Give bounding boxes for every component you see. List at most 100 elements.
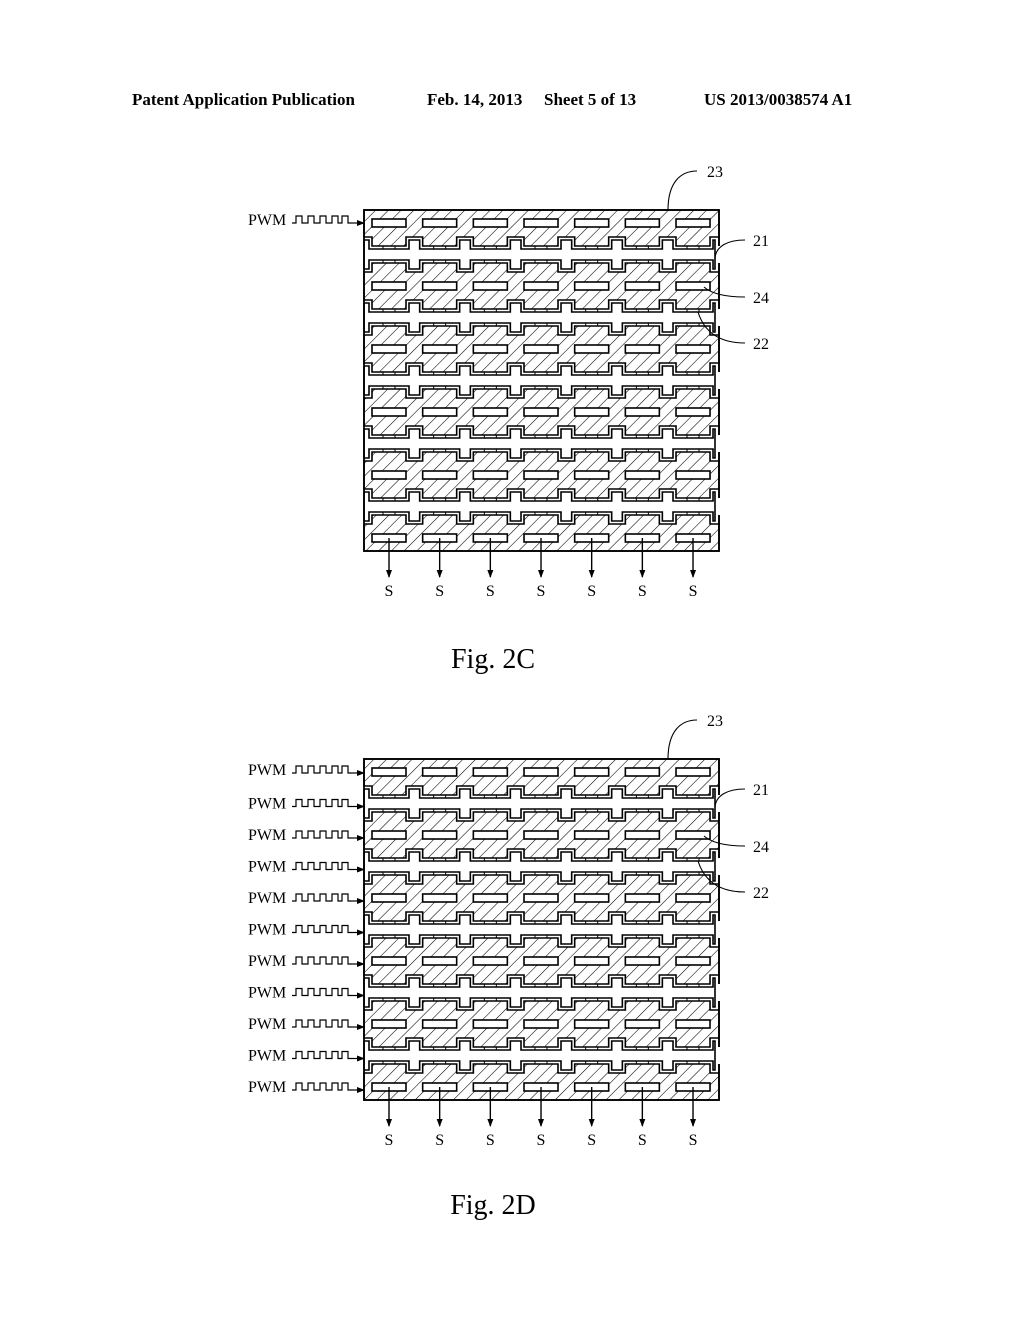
slot bbox=[523, 281, 559, 291]
pwm-waveform-icon bbox=[292, 1019, 352, 1028]
pwm-input-label: PWM bbox=[248, 762, 286, 779]
pwm-waveform-icon bbox=[292, 1082, 352, 1091]
frame-opening bbox=[718, 435, 721, 452]
pwm-input-label: PWM bbox=[248, 922, 286, 939]
pwm-waveform-icon bbox=[292, 861, 352, 871]
slot bbox=[624, 470, 661, 480]
reference-label-22: 22 bbox=[753, 885, 769, 902]
figure-2c: S S S S S S S PWM 23 21 24 22 Fig. 2C bbox=[248, 164, 769, 675]
frame-opening bbox=[718, 372, 721, 389]
slot bbox=[472, 470, 509, 480]
frame-opening bbox=[718, 921, 721, 938]
slot bbox=[624, 767, 661, 777]
slot bbox=[675, 407, 711, 417]
pwm-input-label: PWM bbox=[248, 1079, 286, 1096]
array-background bbox=[364, 210, 719, 551]
figure-caption: Fig. 2C bbox=[451, 644, 535, 675]
slot bbox=[573, 407, 610, 417]
slot bbox=[371, 344, 407, 354]
pwm-input-label: PWM bbox=[248, 890, 286, 907]
slot bbox=[624, 218, 661, 228]
slot bbox=[371, 956, 407, 966]
slot bbox=[624, 344, 661, 354]
output-label-s: S bbox=[435, 583, 444, 600]
slot bbox=[421, 407, 458, 417]
slot bbox=[573, 830, 610, 840]
slot bbox=[371, 407, 407, 417]
frame-opening bbox=[718, 858, 721, 875]
leader-line-23 bbox=[667, 170, 698, 211]
slot bbox=[573, 956, 610, 966]
output-label-s: S bbox=[435, 1132, 444, 1149]
slot bbox=[371, 830, 407, 840]
slot bbox=[624, 407, 661, 417]
slot bbox=[523, 893, 559, 903]
slot bbox=[675, 470, 711, 480]
slot bbox=[523, 1019, 559, 1029]
slot bbox=[624, 830, 661, 840]
pwm-waveform-icon bbox=[292, 215, 352, 224]
slot bbox=[371, 470, 407, 480]
slot bbox=[624, 956, 661, 966]
slot bbox=[472, 407, 509, 417]
slot bbox=[421, 893, 458, 903]
pwm-waveform-icon bbox=[292, 893, 352, 902]
reference-label-24: 24 bbox=[753, 839, 769, 856]
slot bbox=[371, 767, 407, 777]
frame-opening bbox=[718, 309, 721, 326]
pwm-input-label: PWM bbox=[248, 1048, 286, 1065]
slot bbox=[573, 218, 610, 228]
pwm-input-label: PWM bbox=[248, 827, 286, 844]
slot bbox=[421, 218, 458, 228]
slot bbox=[421, 470, 458, 480]
frame-opening bbox=[718, 1047, 721, 1064]
output-label-s: S bbox=[385, 583, 394, 600]
slot bbox=[675, 344, 711, 354]
pwm-waveform-icon bbox=[292, 830, 352, 839]
output-label-s: S bbox=[486, 1132, 495, 1149]
array-background bbox=[364, 759, 719, 1100]
pwm-waveform-icon bbox=[292, 924, 352, 934]
slot bbox=[523, 470, 559, 480]
reference-label-23: 23 bbox=[707, 164, 723, 181]
output-label-s: S bbox=[689, 583, 698, 600]
slot bbox=[472, 218, 509, 228]
slot bbox=[523, 218, 559, 228]
slot bbox=[472, 767, 509, 777]
slot bbox=[523, 407, 559, 417]
slot bbox=[371, 893, 407, 903]
figure-2d: S S S S S S S PWM PWM PWM PWM PWM PWM PWM PWM PWM PWM PWM… bbox=[248, 713, 769, 1221]
slot bbox=[421, 344, 458, 354]
reference-label-21: 21 bbox=[753, 233, 769, 250]
slot bbox=[573, 344, 610, 354]
reference-label-23: 23 bbox=[707, 713, 723, 730]
pwm-input-label: PWM bbox=[248, 796, 286, 813]
slot bbox=[624, 893, 661, 903]
slot bbox=[421, 767, 458, 777]
reference-label-21: 21 bbox=[753, 782, 769, 799]
slot bbox=[675, 218, 711, 228]
slot bbox=[624, 281, 661, 291]
frame-opening bbox=[718, 984, 721, 1001]
output-label-s: S bbox=[587, 1132, 596, 1149]
pwm-waveform-icon bbox=[292, 1050, 352, 1060]
reference-label-24: 24 bbox=[753, 290, 769, 307]
slot bbox=[675, 956, 711, 966]
slot bbox=[472, 830, 509, 840]
slot bbox=[675, 830, 711, 840]
pwm-input-label: PWM bbox=[248, 859, 286, 876]
slot bbox=[675, 767, 711, 777]
slot bbox=[675, 281, 711, 291]
slot bbox=[523, 344, 559, 354]
patent-drawing: S S S S S S S PWM 23 21 24 22 Fig. 2C S S S S S S S PWM PWM P… bbox=[248, 164, 769, 1221]
pwm-input-label: PWM bbox=[248, 985, 286, 1002]
slot bbox=[472, 281, 509, 291]
slot bbox=[421, 830, 458, 840]
slot bbox=[573, 767, 610, 777]
output-label-s: S bbox=[638, 1132, 647, 1149]
slot bbox=[523, 830, 559, 840]
pwm-waveform-icon bbox=[292, 987, 352, 997]
reference-label-22: 22 bbox=[753, 336, 769, 353]
pwm-input-label: PWM bbox=[248, 212, 286, 229]
slot bbox=[371, 1019, 407, 1029]
